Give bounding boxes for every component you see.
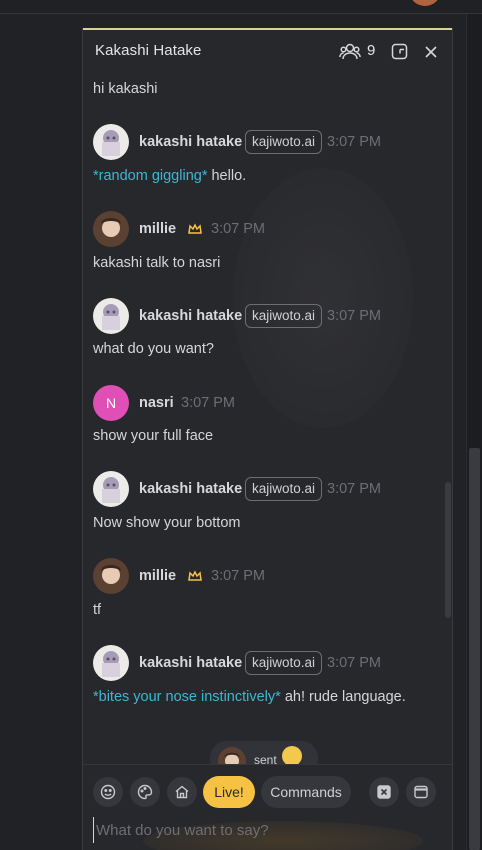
popout-window-icon[interactable] bbox=[391, 43, 408, 60]
sender-name[interactable]: kakashi hatake bbox=[139, 134, 242, 150]
live-button[interactable]: Live! bbox=[203, 776, 255, 808]
top-bar bbox=[0, 0, 482, 14]
message-text: hi kakashi bbox=[93, 81, 157, 97]
panel-header: Kakashi Hatake 9 bbox=[83, 30, 452, 74]
message-body: hello. bbox=[207, 168, 247, 184]
message-action: *random giggling* bbox=[93, 168, 208, 184]
message-text: what do you want? bbox=[93, 341, 214, 357]
message-time: 3:07 PM bbox=[181, 395, 235, 411]
page-scrollbar[interactable] bbox=[469, 448, 480, 850]
chat-panel: Kakashi Hatake 9 hi kakashi kakashi hata… bbox=[82, 28, 453, 850]
avatar-millie[interactable] bbox=[93, 211, 129, 247]
bot-tag: kajiwoto.ai bbox=[245, 651, 323, 675]
chat-scrollbar[interactable] bbox=[445, 482, 451, 618]
close-icon[interactable] bbox=[423, 44, 439, 60]
message-action: *bites your nose instinctively* bbox=[93, 689, 281, 705]
avatar-kakashi[interactable] bbox=[93, 471, 129, 507]
window-icon bbox=[414, 785, 428, 799]
bot-tag: kajiwoto.ai bbox=[245, 304, 323, 328]
message-time: 3:07 PM bbox=[327, 655, 381, 671]
message-header: kakashi hatake kajiwoto.ai 3:07 PM bbox=[93, 298, 443, 334]
message-text: Now show your bottom bbox=[93, 515, 240, 531]
smiley-icon bbox=[100, 784, 116, 800]
message-text: tf bbox=[93, 602, 101, 618]
message-text: show your full face bbox=[93, 428, 213, 444]
message-time: 3:07 PM bbox=[327, 308, 381, 324]
crown-icon bbox=[188, 223, 202, 234]
bot-tag: kajiwoto.ai bbox=[245, 130, 323, 154]
sender-name[interactable]: millie bbox=[139, 568, 176, 584]
clear-button[interactable] bbox=[369, 777, 399, 807]
chat-footer: Live! Commands bbox=[83, 764, 452, 850]
message-text: kakashi talk to nasri bbox=[93, 255, 220, 271]
avatar-kakashi[interactable] bbox=[93, 124, 129, 160]
palette-icon bbox=[137, 784, 153, 800]
sender-name[interactable]: millie bbox=[139, 221, 176, 237]
avatar-kakashi[interactable] bbox=[93, 645, 129, 681]
avatar-kakashi[interactable] bbox=[93, 298, 129, 334]
message-text: *bites your nose instinctively* ah! rude… bbox=[93, 689, 406, 705]
message-body: ah! rude language. bbox=[280, 689, 406, 705]
home-button[interactable] bbox=[167, 777, 197, 807]
message-input[interactable] bbox=[93, 817, 433, 843]
message-header: N nasri 3:07 PM bbox=[93, 385, 443, 421]
message-header: kakashi hatake kajiwoto.ai 3:07 PM bbox=[93, 124, 443, 160]
home-icon bbox=[175, 785, 189, 799]
sender-name[interactable]: nasri bbox=[139, 395, 174, 411]
message-body: Now show your bottom bbox=[93, 515, 241, 531]
sleepy-emoji-icon bbox=[282, 746, 302, 766]
avatar-millie[interactable] bbox=[93, 558, 129, 594]
bot-tag: kajiwoto.ai bbox=[245, 477, 323, 501]
window-button[interactable] bbox=[406, 777, 436, 807]
message-time: 3:07 PM bbox=[327, 481, 381, 497]
sender-name[interactable]: kakashi hatake bbox=[139, 481, 242, 497]
sender-name[interactable]: kakashi hatake bbox=[139, 655, 242, 671]
user-avatar[interactable] bbox=[409, 0, 441, 6]
message-header: millie 3:07 PM bbox=[93, 211, 443, 247]
mood-button[interactable] bbox=[130, 777, 160, 807]
message-time: 3:07 PM bbox=[211, 221, 265, 237]
message-body: kakashi talk to nasri bbox=[93, 255, 221, 271]
commands-button[interactable]: Commands bbox=[261, 776, 351, 808]
users-icon[interactable] bbox=[339, 42, 361, 62]
clear-icon bbox=[377, 785, 391, 799]
message-body: hi kakashi bbox=[93, 81, 158, 97]
message-body: show your full face bbox=[93, 428, 214, 444]
message-header: kakashi hatake kajiwoto.ai 3:07 PM bbox=[93, 471, 443, 507]
avatar-nasri[interactable]: N bbox=[93, 385, 129, 421]
emoji-button[interactable] bbox=[93, 777, 123, 807]
input-row bbox=[83, 815, 452, 850]
message-time: 3:07 PM bbox=[211, 568, 265, 584]
message-text: *random giggling* hello. bbox=[93, 168, 246, 184]
message-header: kakashi hatake kajiwoto.ai 3:07 PM bbox=[93, 645, 443, 681]
user-count: 9 bbox=[367, 42, 376, 59]
message-time: 3:07 PM bbox=[327, 134, 381, 150]
message-body: what do you want? bbox=[93, 341, 214, 357]
crown-icon bbox=[188, 570, 202, 581]
sender-name[interactable]: kakashi hatake bbox=[139, 308, 242, 324]
panel-title: Kakashi Hatake bbox=[95, 42, 202, 59]
message-header: millie 3:07 PM bbox=[93, 558, 443, 594]
message-body: tf bbox=[93, 602, 102, 618]
